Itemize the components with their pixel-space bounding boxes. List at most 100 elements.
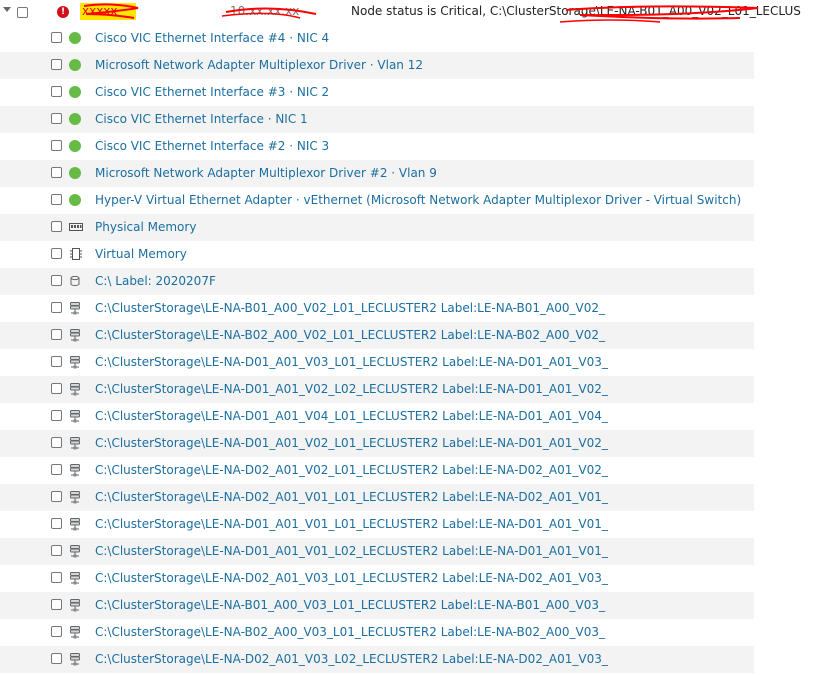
list-item[interactable]: Cisco VIC Ethernet Interface #3 · NIC 2 [0,79,754,106]
row-checkbox[interactable] [51,113,62,124]
network-volume-icon [69,599,81,612]
row-checkbox[interactable] [51,653,62,664]
row-checkbox[interactable] [51,248,62,259]
row-checkbox[interactable] [51,437,62,448]
resource-link[interactable]: C:\ClusterStorage\LE-NA-D02_A01_V03_L02_… [95,652,608,666]
resource-link[interactable]: Virtual Memory [95,247,187,261]
resource-link[interactable]: Microsoft Network Adapter Multiplexor Dr… [95,166,437,180]
list-item[interactable]: C:\ClusterStorage\LE-NA-B02_A00_V03_L01_… [0,619,754,646]
node-ip-redacted: 10.xx.xx.xx [230,4,300,18]
network-volume-icon [69,437,81,450]
status-up-icon [69,167,81,179]
row-checkbox[interactable] [51,86,62,97]
list-item[interactable]: C:\ClusterStorage\LE-NA-D01_A01_V01_L02_… [0,538,754,565]
disk-icon [69,275,81,287]
resource-link[interactable]: Microsoft Network Adapter Multiplexor Dr… [95,58,423,72]
list-item[interactable]: C:\ClusterStorage\LE-NA-D01_A01_V02_L01_… [0,430,754,457]
list-item[interactable]: Physical Memory [0,214,754,241]
row-checkbox[interactable] [51,383,62,394]
list-item[interactable]: C:\ClusterStorage\LE-NA-B01_A00_V02_L01_… [0,295,754,322]
network-volume-icon [69,410,81,423]
status-up-icon [69,140,81,152]
resource-link[interactable]: Cisco VIC Ethernet Interface #4 · NIC 4 [95,31,329,45]
critical-status-icon: ! [57,6,69,18]
resource-link[interactable]: C:\ClusterStorage\LE-NA-D01_A01_V03_L01_… [95,355,608,369]
status-up-icon [69,59,81,71]
list-item[interactable]: C:\ClusterStorage\LE-NA-D02_A01_V01_L01_… [0,484,754,511]
resource-link[interactable]: Cisco VIC Ethernet Interface · NIC 1 [95,112,308,126]
resource-link[interactable]: C:\ClusterStorage\LE-NA-B02_A00_V03_L01_… [95,625,605,639]
resource-link[interactable]: C:\ClusterStorage\LE-NA-D02_A01_V01_L01_… [95,490,608,504]
row-checkbox[interactable] [51,545,62,556]
list-item[interactable]: Cisco VIC Ethernet Interface · NIC 1 [0,106,754,133]
list-item[interactable]: C:\ClusterStorage\LE-NA-D02_A01_V03_L02_… [0,646,754,673]
network-volume-icon [69,356,81,369]
list-item[interactable]: C:\ClusterStorage\LE-NA-D01_A01_V03_L01_… [0,349,754,376]
node-status-message: Node status is Critical, C:\ClusterStora… [351,4,801,18]
row-checkbox[interactable] [51,167,62,178]
resource-link[interactable]: C:\ Label: 2020207F [95,274,216,288]
resource-link[interactable]: C:\ClusterStorage\LE-NA-D02_A01_V02_L01_… [95,463,608,477]
resource-link[interactable]: C:\ClusterStorage\LE-NA-B01_A00_V03_L01_… [95,598,605,612]
row-checkbox[interactable] [51,194,62,205]
row-checkbox[interactable] [51,410,62,421]
list-item[interactable]: C:\ClusterStorage\LE-NA-D02_A01_V03_L01_… [0,565,754,592]
row-checkbox[interactable] [51,32,62,43]
resource-link[interactable]: Hyper-V Virtual Ethernet Adapter · vEthe… [95,193,741,207]
list-item[interactable]: Cisco VIC Ethernet Interface #4 · NIC 4 [0,25,754,52]
row-checkbox[interactable] [51,626,62,637]
list-item[interactable]: C:\ClusterStorage\LE-NA-D01_A01_V02_L02_… [0,376,754,403]
network-volume-icon [69,572,81,585]
status-up-icon [69,86,81,98]
resource-link[interactable]: C:\ClusterStorage\LE-NA-D01_A01_V01_L02_… [95,544,608,558]
row-checkbox[interactable] [51,572,62,583]
resource-link[interactable]: C:\ClusterStorage\LE-NA-D01_A01_V02_L01_… [95,436,608,450]
row-checkbox[interactable] [51,491,62,502]
network-volume-icon [69,302,81,315]
resource-link[interactable]: C:\ClusterStorage\LE-NA-D01_A01_V01_L01_… [95,517,608,531]
list-item[interactable]: Hyper-V Virtual Ethernet Adapter · vEthe… [0,187,754,214]
list-item[interactable]: Virtual Memory [0,241,754,268]
resource-link[interactable]: Physical Memory [95,220,196,234]
row-checkbox[interactable] [51,221,62,232]
list-item[interactable]: C:\ClusterStorage\LE-NA-D01_A01_V04_L01_… [0,403,754,430]
row-checkbox[interactable] [51,356,62,367]
list-item[interactable]: C:\ClusterStorage\LE-NA-B01_A00_V03_L01_… [0,592,754,619]
row-checkbox[interactable] [51,275,62,286]
network-volume-icon [69,653,81,666]
collapse-caret-icon[interactable] [3,7,11,12]
row-checkbox[interactable] [51,518,62,529]
network-volume-icon [69,626,81,639]
resource-link[interactable]: C:\ClusterStorage\LE-NA-D01_A01_V04_L01_… [95,409,608,423]
child-resource-list: Cisco VIC Ethernet Interface #4 · NIC 4 M… [0,25,835,673]
row-checkbox[interactable] [51,59,62,70]
row-checkbox[interactable] [51,302,62,313]
list-item[interactable]: Cisco VIC Ethernet Interface #2 · NIC 3 [0,133,754,160]
row-checkbox[interactable] [51,464,62,475]
status-up-icon [69,32,81,44]
resource-link[interactable]: C:\ClusterStorage\LE-NA-D01_A01_V02_L02_… [95,382,608,396]
list-item[interactable]: Microsoft Network Adapter Multiplexor Dr… [0,160,754,187]
list-item[interactable]: C:\ClusterStorage\LE-NA-D02_A01_V02_L01_… [0,457,754,484]
list-item[interactable]: C:\ClusterStorage\LE-NA-B02_A00_V02_L01_… [0,322,754,349]
row-checkbox[interactable] [51,329,62,340]
list-item[interactable]: C:\ Label: 2020207F [0,268,754,295]
network-volume-icon [69,329,81,342]
resource-link[interactable]: C:\ClusterStorage\LE-NA-B01_A00_V02_L01_… [95,301,605,315]
list-item[interactable]: Microsoft Network Adapter Multiplexor Dr… [0,52,754,79]
status-up-icon [69,194,81,206]
node-header-row[interactable]: ! xxxxx 10.xx.xx.xx Node status is Criti… [0,0,835,25]
network-volume-icon [69,383,81,396]
network-volume-icon [69,491,81,504]
list-item[interactable]: C:\ClusterStorage\LE-NA-D01_A01_V01_L01_… [0,511,754,538]
node-name-redacted[interactable]: xxxxx [80,3,136,20]
resource-link[interactable]: C:\ClusterStorage\LE-NA-B02_A00_V02_L01_… [95,328,605,342]
row-checkbox[interactable] [51,140,62,151]
resource-link[interactable]: Cisco VIC Ethernet Interface #3 · NIC 2 [95,85,329,99]
network-volume-icon [69,545,81,558]
row-checkbox[interactable] [51,599,62,610]
select-all-checkbox[interactable] [17,7,28,18]
resource-link[interactable]: C:\ClusterStorage\LE-NA-D02_A01_V03_L01_… [95,571,608,585]
network-volume-icon [69,518,81,531]
resource-link[interactable]: Cisco VIC Ethernet Interface #2 · NIC 3 [95,139,329,153]
